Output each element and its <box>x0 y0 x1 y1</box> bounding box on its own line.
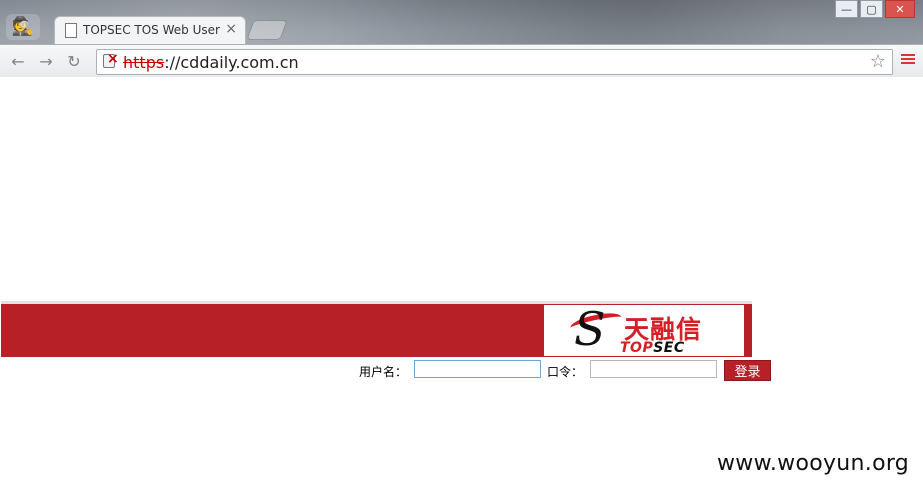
star-icon[interactable]: ☆ <box>870 51 886 72</box>
url-host: cddaily.com.cn <box>180 53 299 72</box>
maximize-icon[interactable]: ▢ <box>860 0 883 18</box>
address-bar[interactable]: × https://cddaily.com.cn ☆ <box>96 49 893 75</box>
logo-english: TOPSEC <box>620 340 685 356</box>
back-arrow-icon[interactable]: ← <box>8 51 28 71</box>
username-input[interactable] <box>414 360 541 378</box>
browser-chrome: 🕵 TOPSEC TOS Web User × — ▢ ✕ ← → ↻ × ht… <box>0 0 923 77</box>
login-form: 用户名： 口令： 登录 <box>0 359 923 381</box>
tab-close-icon[interactable]: × <box>225 21 237 37</box>
url-scheme: https <box>123 53 165 72</box>
window-controls: — ▢ ✕ <box>835 0 915 18</box>
password-input[interactable] <box>590 360 717 378</box>
new-tab-button[interactable] <box>246 20 288 40</box>
minimize-icon[interactable]: — <box>835 0 858 18</box>
incognito-icon: 🕵 <box>6 14 40 40</box>
logo-s-mark: S <box>574 302 606 356</box>
login-button[interactable]: 登录 <box>724 360 771 381</box>
toolbar: ← → ↻ × https://cddaily.com.cn ☆ <box>0 44 923 77</box>
close-icon[interactable]: ✕ <box>885 0 915 18</box>
password-label: 口令： <box>547 365 584 379</box>
header-banner: S 天融信 TOPSEC <box>1 301 752 357</box>
security-error-icon: × <box>107 51 119 67</box>
topsec-logo: S 天融信 TOPSEC <box>544 305 744 356</box>
document-icon <box>65 23 77 38</box>
address-text[interactable]: https://cddaily.com.cn <box>123 53 299 72</box>
url-separator: :// <box>164 53 181 72</box>
browser-tab[interactable]: TOPSEC TOS Web User × <box>54 16 246 45</box>
logo-sec: SEC <box>653 340 685 356</box>
tab-title: TOPSEC TOS Web User <box>83 23 220 37</box>
forward-arrow-icon[interactable]: → <box>36 51 56 71</box>
watermark: www.wooyun.org <box>717 451 910 476</box>
username-label: 用户名： <box>359 365 408 379</box>
reload-icon[interactable]: ↻ <box>64 51 84 71</box>
menu-icon[interactable] <box>901 52 915 66</box>
logo-top: TOP <box>620 340 654 356</box>
